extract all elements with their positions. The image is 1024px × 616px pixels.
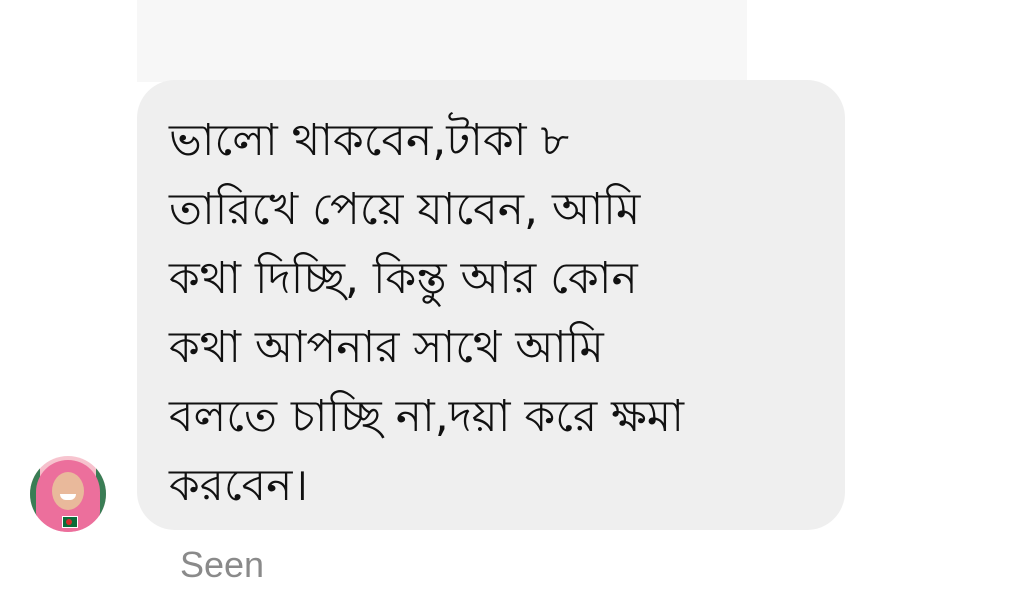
seen-status: Seen [180, 544, 265, 585]
message-text: ভালো থাকবেন,টাকা ৮ তারিখে পেয়ে যাবেন, আ… [169, 115, 684, 511]
previous-message-bubble [137, 0, 747, 82]
flag-badge-icon [62, 516, 78, 528]
avatar-face [52, 472, 84, 510]
message-bubble[interactable]: ভালো থাকবেন,টাকা ৮ তারিখে পেয়ে যাবেন, আ… [137, 80, 845, 530]
sender-avatar[interactable] [30, 456, 106, 532]
